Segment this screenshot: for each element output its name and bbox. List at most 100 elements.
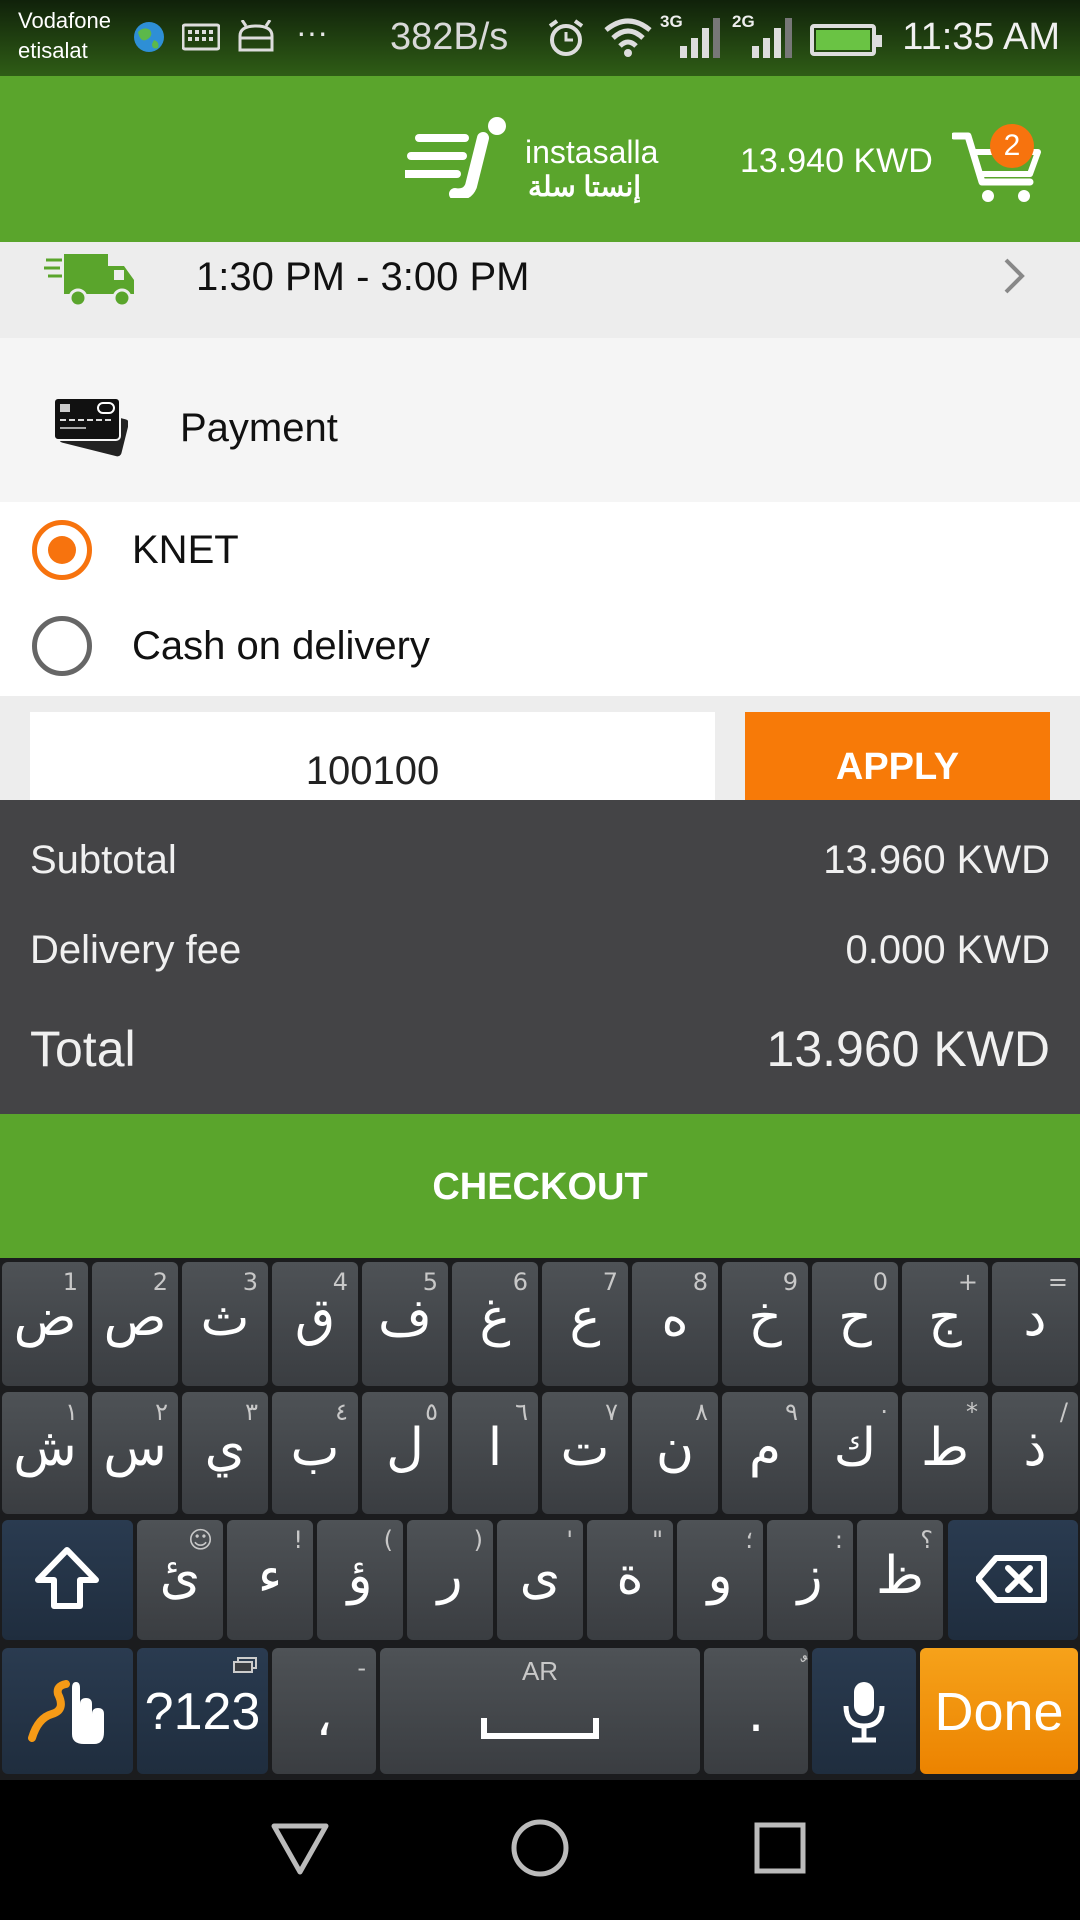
backspace-icon [976,1555,1047,1603]
letter-key-hint: 5 [422,1268,438,1296]
letter-key[interactable]: ى ' [497,1520,583,1640]
alarm-icon [548,19,584,56]
logo-text-en: instasalla [525,134,659,170]
letter-key-hint: 7 [602,1268,618,1296]
signal-2g-label: 2G [732,12,755,31]
letter-key-label: ن [655,1418,695,1478]
payment-option-label: KNET [132,528,239,572]
letter-key[interactable]: ئ ☺ [137,1520,223,1640]
letter-key[interactable]: ي٣ [182,1392,268,1514]
letter-key[interactable]: ء! [227,1520,313,1640]
letter-key-hint: + [957,1268,978,1296]
letter-key[interactable]: ف5 [362,1262,448,1386]
payment-option-knet[interactable]: KNET [0,502,1080,592]
letter-key[interactable]: ع7 [542,1262,628,1386]
cart-count-badge: 2 [990,124,1034,168]
letter-key[interactable]: ا٦ [452,1392,538,1514]
home-circle-icon[interactable] [510,1818,570,1878]
letter-key[interactable]: ث3 [182,1262,268,1386]
letter-key-hint: 0 [872,1268,888,1296]
letter-key[interactable]: د = [992,1262,1078,1386]
letter-key[interactable]: ح0 [812,1262,898,1386]
coupon-code-input[interactable] [30,712,715,812]
arabic-comma-hint: - [357,1654,366,1682]
carrier-names: Vodafone etisalat [18,6,111,66]
arabic-keyboard: ض 1 ص 2 ث 3 ق 4 ف 5 غ 6 ع 7 ه 8 خ 9 ح 0 ج + د = ش١س٢ي٣ب٤ل٥ا٦ت٧ن… [0,1258,1080,1780]
letter-key[interactable]: ب٤ [272,1392,358,1514]
signal-2g-icon: 2G [732,12,792,58]
letter-key-label: ت [560,1418,610,1478]
period-key[interactable]: . ٌ [704,1648,808,1774]
letter-key[interactable]: ه8 [632,1262,718,1386]
carrier-1: Vodafone [18,8,111,33]
letter-key-hint: ) [473,1526,483,1554]
letter-key-label: ر [437,1546,463,1606]
keyboard-icon [182,23,220,51]
total-value: 13.960 KWD [766,1021,1050,1077]
letter-key[interactable]: خ9 [722,1262,808,1386]
arabic-comma-label: ، [315,1688,333,1748]
letter-key[interactable]: ن٨ [632,1392,718,1514]
letter-key[interactable]: ص2 [92,1262,178,1386]
letter-key-label: خ [748,1288,782,1348]
radio-knet-selected[interactable] [32,520,92,580]
letter-key[interactable]: ظ ؟ [857,1520,943,1640]
checkout-button[interactable]: CHECKOUT [0,1114,1080,1258]
letter-key[interactable]: ك · [812,1392,898,1514]
done-key[interactable]: Done [920,1648,1078,1774]
letter-key-label: ة [616,1546,644,1606]
letter-key[interactable]: ج + [902,1262,988,1386]
letter-key[interactable]: ؤ( [317,1520,403,1640]
letter-key[interactable]: و ؛ [677,1520,763,1640]
back-triangle-icon[interactable] [270,1822,330,1876]
space-key[interactable]: AR [380,1648,700,1774]
letter-key-hint: 8 [692,1268,708,1296]
letter-key-hint: 9 [782,1268,798,1296]
letter-key-label: ص [103,1288,167,1348]
clock: 11:35 AM [902,16,1060,58]
screen: { "status_bar": { "carrier_1": "Vodafone… [0,0,1080,1920]
delivery-time-slot: 1:30 PM - 3:00 PM [196,255,530,299]
coupon-row: APPLY [0,696,1080,812]
backspace-key[interactable] [948,1520,1078,1640]
letter-key-hint: / [1059,1398,1068,1426]
letter-key-hint: ' [566,1526,573,1554]
payment-option-label: Cash on delivery [132,624,430,668]
letter-key[interactable]: ش١ [2,1392,88,1514]
letter-key[interactable]: ر) [407,1520,493,1640]
letter-key[interactable]: ق4 [272,1262,358,1386]
letter-key-hint: ٦ [515,1398,528,1426]
instasalla-logo-icon[interactable] [405,116,515,198]
logo-text-ar: إنستا سلة [528,171,642,202]
letter-key[interactable]: س٢ [92,1392,178,1514]
letter-key-label: ق [294,1288,336,1348]
letter-key-hint: ٣ [245,1398,258,1426]
letter-key[interactable]: ل٥ [362,1392,448,1514]
apply-coupon-button[interactable]: APPLY [745,712,1050,812]
arabic-comma-key[interactable]: ، - [272,1648,376,1774]
payment-option-cash[interactable]: Cash on delivery [0,598,1080,688]
recents-square-icon[interactable] [754,1822,806,1874]
letter-key[interactable]: ة " [587,1520,673,1640]
letter-key-hint: * [966,1398,978,1426]
letter-key[interactable]: ض1 [2,1262,88,1386]
letter-key[interactable]: ط * [902,1392,988,1514]
letter-key[interactable]: ت٧ [542,1392,628,1514]
shift-key[interactable] [2,1520,133,1640]
space-bar-icon [481,1718,599,1739]
letter-key[interactable]: ذ / [992,1392,1078,1514]
voice-input-key[interactable] [812,1648,916,1774]
letter-key-label: ا [487,1418,503,1478]
letter-key-hint: ٢ [155,1398,168,1426]
swipe-input-key[interactable] [2,1648,133,1774]
symbols-key[interactable]: ?123 [137,1648,268,1774]
letter-key-hint: ؟ [920,1526,933,1554]
letter-key[interactable]: غ6 [452,1262,538,1386]
letter-key[interactable]: ز: [767,1520,853,1640]
delivery-slot-row[interactable]: 1:30 PM - 3:00 PM [0,242,1080,338]
radio-cash-unselected[interactable] [32,616,92,676]
letter-key-hint: ٩ [785,1398,798,1426]
letter-key-label: ء [257,1546,283,1606]
letter-key-label: ز [797,1546,823,1606]
letter-key[interactable]: م٩ [722,1392,808,1514]
